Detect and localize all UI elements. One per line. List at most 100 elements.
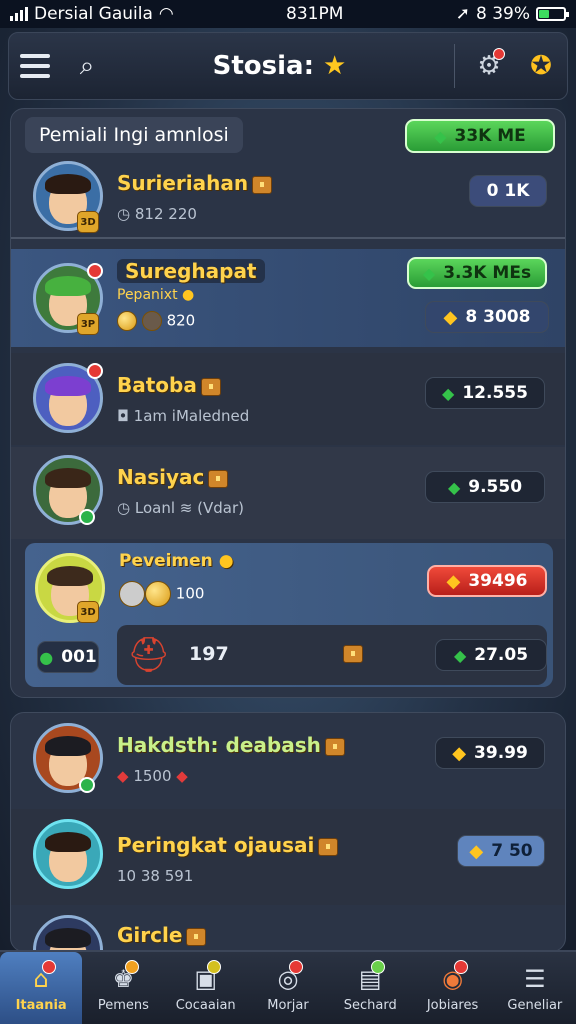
reward-score: 197 — [189, 643, 229, 665]
nav-badge — [453, 960, 468, 974]
alert-badge — [87, 363, 103, 379]
gem-icon: ◆ — [442, 383, 455, 403]
cube-icon: ◆ — [117, 767, 129, 785]
gold-gem-icon: ◆ — [469, 840, 484, 862]
top-header: ⌕ Stosia: ★ ⚙ ✪ — [8, 32, 568, 100]
hamburger-icon — [20, 54, 50, 78]
leaderboard-row[interactable]: Peringkat ojausai 10 38 591 ◆ 7 50 — [11, 809, 565, 905]
leaderboard-row[interactable]: Nasiyac ◷ Loanl ≋ (Vdar) ◆ 9.550 — [11, 447, 565, 539]
bottom-nav: ⌂ Itaania ♚ Pemens ▣ Cocaaian ◎ Morjar ▤… — [0, 950, 576, 1024]
gold-gem-icon: ◆ — [443, 306, 458, 328]
more-icon: ☰ — [524, 964, 546, 993]
nav-pemens[interactable]: ♚ Pemens — [82, 952, 164, 1024]
search-icon: ⌕ — [79, 50, 95, 81]
carrier-label: Dersial Gauila — [34, 4, 153, 24]
gem-icon: ◆ — [447, 477, 461, 497]
nav-label: Jobiares — [426, 997, 479, 1013]
score-pill: ◆ 39.99 — [435, 737, 545, 769]
player-sub: ◷ Loanl ≋ (Vdar) — [117, 499, 245, 517]
chest-icon — [186, 927, 207, 946]
leaderboard-row[interactable]: Batoba ◘ 1am iMaledned ◆ 12.555 — [11, 353, 565, 445]
gem-icon: ◆ — [422, 263, 436, 283]
player-sub: ◷ 812 220 — [117, 205, 197, 223]
top-pill[interactable]: ◆ 3.3K MEs — [407, 257, 547, 289]
medal-icon: ✪ — [530, 51, 552, 81]
nav-label: Geneliar — [507, 997, 563, 1013]
nav-more[interactable]: ☰ Geneliar — [494, 952, 576, 1024]
menu-button[interactable] — [9, 40, 61, 92]
chest-icon — [324, 737, 345, 756]
coin-icon — [141, 311, 162, 331]
level-badge: 3P — [77, 313, 99, 335]
nav-badge — [206, 960, 221, 974]
nav-morjar[interactable]: ◎ Morjar — [247, 952, 329, 1024]
coin-icon: ● — [218, 551, 234, 571]
nav-label: Itaania — [15, 997, 67, 1013]
wifi-icon: ◠ — [158, 4, 174, 24]
leaderboard-row-highlight[interactable]: 3P Sureghapat Pepanixt ● 820 ◆ 3.3K MEs … — [11, 249, 565, 347]
player-sub-label: Pepanixt ● — [117, 287, 195, 303]
chest-icon — [343, 645, 363, 663]
notification-badge — [493, 48, 505, 60]
clock: 831PM — [286, 4, 344, 24]
battery-percent: 8 39% — [475, 4, 530, 24]
reward-pill: ◆ 27.05 — [435, 639, 547, 671]
chest-icon — [252, 175, 273, 194]
player-name: Batoba — [117, 373, 221, 397]
nav-label: Sechard — [343, 997, 397, 1013]
leaderboard-row[interactable]: Hakdsth: deabash ◆ 1500 ◆ ◆ 39.99 — [11, 713, 565, 807]
gold-gem-icon: ◆ — [452, 742, 467, 764]
player-name: Peveimen ● — [119, 551, 234, 571]
level-badge: 3D — [77, 601, 99, 623]
layers-icon: ≋ — [179, 499, 193, 517]
gem-icon: ● — [39, 647, 54, 667]
nav-jobiares[interactable]: ◉ Jobiares — [411, 952, 493, 1024]
chest-icon — [200, 377, 221, 396]
nav-label: Pemens — [97, 997, 149, 1013]
status-bar: Dersial Gauila ◠ 831PM ➚ 8 39% — [0, 0, 576, 28]
player-name: Gircle — [117, 923, 207, 947]
score-pill: ◆ 8 3008 — [425, 301, 549, 333]
nav-label: Cocaaian — [175, 997, 236, 1013]
rank-label: Pemiali Ingi amnlosi — [25, 117, 243, 153]
reward-strip: ⛑ 197 ◆ 27.05 — [117, 625, 547, 685]
avatar — [33, 915, 103, 951]
nav-sechard[interactable]: ▤ Sechard — [329, 952, 411, 1024]
avatar — [33, 819, 103, 889]
shield-icon: ◘ — [117, 407, 129, 425]
search-button[interactable]: ⌕ — [61, 40, 113, 92]
row-divider — [11, 237, 565, 239]
page-title: Stosia: ★ — [113, 51, 446, 81]
nav-shop[interactable]: ▣ Cocaaian — [165, 952, 247, 1024]
clock-icon: ◷ — [117, 499, 131, 517]
header-divider — [454, 44, 455, 88]
player-name: Surieriahan — [117, 171, 273, 195]
leaderboard-panel-lower: Hakdsth: deabash ◆ 1500 ◆ ◆ 39.99 Pering… — [10, 712, 566, 952]
alert-badge — [87, 263, 103, 279]
gold-gem-icon: ◆ — [446, 570, 461, 592]
online-badge — [79, 777, 95, 793]
player-name: Peringkat ojausai — [117, 833, 339, 857]
leaderboard-row[interactable]: 3D Surieriahan ◷ 812 220 0 1K — [11, 155, 565, 239]
leaderboard-panel: Pemiali Ingi amnlosi ◆ 33K ME 3D Surieri… — [10, 108, 566, 698]
nav-badge — [124, 960, 139, 974]
player-sub: 820 — [117, 311, 195, 331]
gem-icon: ◆ — [453, 645, 467, 665]
signal-icon — [10, 7, 28, 21]
chest-icon — [208, 469, 229, 488]
notifications-button[interactable]: ⚙ — [463, 40, 515, 92]
nav-label: Morjar — [267, 997, 309, 1013]
score-pill: ◆ 12.555 — [425, 377, 545, 409]
level-badge: 3D — [77, 211, 99, 233]
rank-pill[interactable]: ◆ 33K ME — [405, 119, 555, 153]
battery-icon — [535, 7, 569, 21]
player-name: Hakdsth: deabash — [117, 733, 345, 757]
achievements-button[interactable]: ✪ — [515, 40, 567, 92]
leaderboard-row[interactable]: Gircle — [11, 907, 565, 951]
score-pill: ◆ 39496 — [427, 565, 547, 597]
current-user-row[interactable]: 3D Peveimen ● 100 ◆ 39496 ● 001 ⛑ 197 ◆ … — [25, 543, 553, 687]
gem-icon: ◆ — [434, 126, 447, 146]
coin-icon: ● — [182, 287, 195, 303]
nav-home[interactable]: ⌂ Itaania — [0, 952, 83, 1024]
player-name: Sureghapat — [117, 259, 265, 283]
